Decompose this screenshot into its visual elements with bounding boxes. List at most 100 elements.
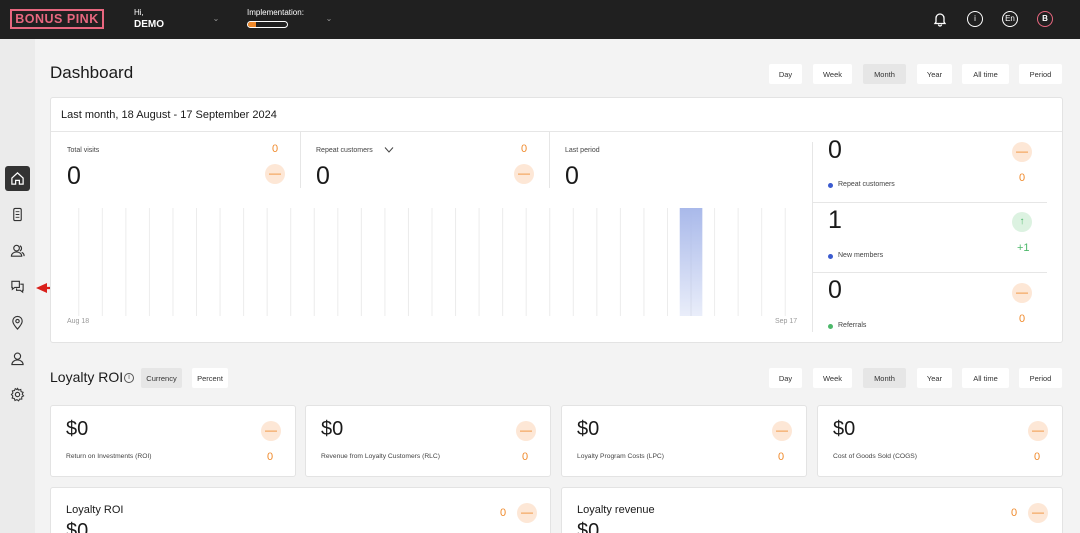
metric-value: $0 [577,418,600,440]
messages-icon [11,280,24,294]
period-all-time-button[interactable]: All time [962,64,1009,84]
info-icon[interactable]: i [124,373,134,383]
side-stat-label: Repeat customers [838,181,895,188]
stat-delta: 0 [272,143,279,155]
page-title: Dashboard [50,63,134,82]
x-axis-end-label: Sep 17 [775,318,798,325]
metric-label: Loyalty Program Costs (LPC) [577,453,664,460]
roi-period-custom-button[interactable]: Period [1019,368,1062,388]
card-value: $0 [66,520,89,533]
bell-icon[interactable] [932,11,948,27]
user-chevron-down-icon[interactable]: ⌄ [211,14,221,24]
stat-value: 0 [67,162,81,190]
flat-trend-icon: — [1012,283,1032,303]
series-dot [828,254,833,259]
card-title: Loyalty ROI [66,504,124,516]
stat-delta: 0 [521,143,528,155]
sidebar-item-messages[interactable] [5,274,30,299]
metric-delta: 0 [778,451,785,463]
card-value: $0 [577,520,600,533]
metric-label: Cost of Goods Sold (COGS) [833,453,917,460]
side-stat-label: Referrals [838,322,867,329]
side-stat-label: New members [838,252,884,259]
period-month-button[interactable]: Month [863,64,906,84]
roi-period-day-button[interactable]: Day [769,368,802,388]
stat-label: Repeat customers [316,147,373,154]
implementation-progress-bar [247,21,288,28]
home-icon [11,172,24,185]
mode-currency-button[interactable]: Currency [141,368,182,388]
flat-trend-icon: — [1012,142,1032,162]
receipt-icon [13,207,22,222]
card-delta: 0 [500,507,507,519]
sidebar-item-profile[interactable] [5,346,30,371]
side-stat-value: 0 [828,136,842,164]
series-dot [828,183,833,188]
chart-bar [679,208,703,316]
metric-card-lpc: $0 Loyalty Program Costs (LPC) — 0 [561,405,807,477]
stat-label: Last period [565,147,600,154]
info-icon[interactable]: i [967,11,983,27]
metric-card-roi: $0 Return on Investments (ROI) — 0 [50,405,296,477]
top-bar: BONUS PINK Hi, DEMO ⌄ Implementation: ⌄ … [0,0,1080,39]
stat-value: 0 [565,162,579,190]
side-stat-delta: +1 [1017,242,1030,254]
greeting: Hi, [134,8,144,17]
gear-icon [10,387,25,402]
overview-card: Last month, 18 August - 17 September 202… [50,97,1063,343]
period-custom-button[interactable]: Period [1019,64,1062,84]
roi-period-week-button[interactable]: Week [813,368,852,388]
location-icon [12,315,23,330]
roi-period-month-button[interactable]: Month [863,368,906,388]
flat-trend-icon: — [1028,421,1048,441]
sidebar-item-settings[interactable] [5,382,30,407]
roi-period-all-time-button[interactable]: All time [962,368,1009,388]
sidebar [0,39,35,533]
visits-bar-chart [78,208,786,316]
chevron-down-icon[interactable] [384,146,394,154]
period-day-button[interactable]: Day [769,64,802,84]
mode-percent-button[interactable]: Percent [192,368,228,388]
divider [812,272,1047,273]
metric-card-cogs: $0 Cost of Goods Sold (COGS) — 0 [817,405,1063,477]
side-stat-delta: 0 [1019,172,1026,184]
flat-trend-icon: — [516,421,536,441]
sidebar-item-receipt[interactable] [5,202,30,227]
loyalty-revenue-chart-card: Loyalty revenue $0 0 — [561,487,1063,533]
section-title: Loyalty ROI [50,369,124,385]
flat-trend-icon: — [265,164,285,184]
implementation-chevron-down-icon[interactable]: ⌄ [324,14,334,24]
overview-card-header: Last month, 18 August - 17 September 202… [51,98,1062,132]
metric-value: $0 [321,418,344,440]
divider [300,132,301,188]
period-year-button[interactable]: Year [917,64,952,84]
date-range-label: Last month, 18 August - 17 September 202… [61,109,277,121]
loyalty-roi-chart-card: Loyalty ROI $0 0 — [50,487,551,533]
card-delta: 0 [1011,507,1018,519]
avatar-icon[interactable]: B [1037,11,1053,27]
metric-card-rlc: $0 Revenue from Loyalty Customers (RLC) … [305,405,551,477]
sidebar-item-home[interactable] [5,166,30,191]
sidebar-item-location[interactable] [5,310,30,335]
x-axis-start-label: Aug 18 [67,318,90,325]
side-stat-value: 1 [828,206,842,234]
language-icon[interactable]: En [1002,11,1018,27]
divider [812,202,1047,203]
side-stat-delta: 0 [1019,313,1026,325]
period-week-button[interactable]: Week [813,64,852,84]
logo[interactable]: BONUS PINK [10,9,104,29]
user-name: DEMO [134,19,164,30]
metric-label: Return on Investments (ROI) [66,453,152,460]
roi-period-year-button[interactable]: Year [917,368,952,388]
implementation-label: Implementation: [247,8,304,17]
sidebar-item-users[interactable] [5,238,30,263]
metric-label: Revenue from Loyalty Customers (RLC) [321,453,440,460]
flat-trend-icon: — [772,421,792,441]
metric-value: $0 [833,418,856,440]
metric-value: $0 [66,418,89,440]
flat-trend-icon: — [261,421,281,441]
stat-value: 0 [316,162,330,190]
stat-label: Total visits [67,147,100,154]
divider [812,142,813,332]
arrow-up-icon: ↑ [1012,212,1032,232]
